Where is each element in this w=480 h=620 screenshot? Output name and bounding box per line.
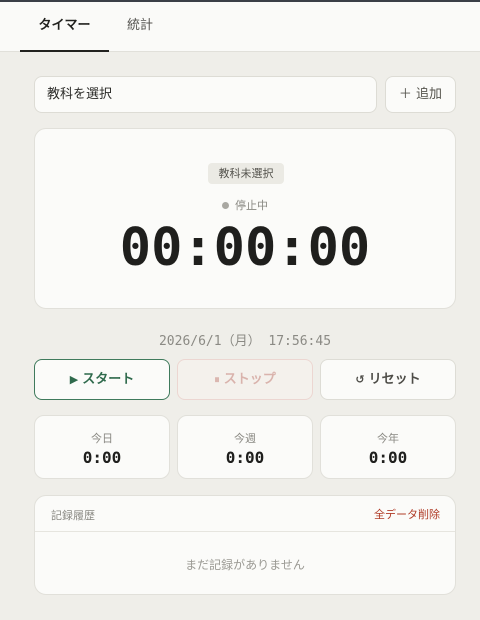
stat-value: 0:00 (368, 448, 408, 467)
time-display: 00:00:00 (119, 218, 371, 278)
stat-value: 0:00 (82, 448, 122, 467)
reset-button[interactable]: ↺ リセット (320, 359, 456, 400)
stat-card-year: 今年 0:00 (320, 415, 456, 479)
stat-card-today: 今日 0:00 (34, 415, 170, 479)
history-title: 記録履歴 (51, 509, 95, 522)
start-label: スタート (82, 372, 135, 387)
reset-icon: ↺ (355, 373, 365, 386)
stat-value: 0:00 (225, 448, 265, 467)
timer-status: 停止中 (35, 199, 455, 213)
add-subject-button[interactable]: ＋ 追加 (385, 76, 456, 113)
stat-card-week: 今週 0:00 (177, 415, 313, 479)
status-dot-icon (222, 202, 229, 209)
subject-badge: 教科未選択 (208, 163, 284, 184)
stat-label: 今週 (234, 432, 256, 445)
stat-label: 今日 (91, 432, 113, 445)
tab-bar: タイマー 統計 (0, 2, 480, 52)
pause-icon: ⏸ (214, 373, 220, 386)
history-card: 記録履歴 全データ削除 まだ記録がありません (34, 495, 456, 595)
start-button[interactable]: ▶ スタート (34, 359, 170, 400)
clear-all-data-button[interactable]: 全データ削除 (374, 506, 440, 522)
stat-label: 今年 (377, 432, 399, 445)
current-datetime: 2026/6/1（月） 17:56:45 (158, 334, 332, 349)
stop-label: ストップ (223, 372, 276, 387)
status-label: 停止中 (235, 199, 268, 212)
timer-card: 教科未選択 停止中 00:00:00 (34, 128, 456, 309)
subject-select[interactable]: 教科を選択 (34, 76, 377, 113)
history-header: 記録履歴 全データ削除 (35, 496, 455, 532)
tab-stats[interactable]: 統計 (109, 2, 171, 52)
play-icon: ▶ (69, 373, 79, 386)
stop-button[interactable]: ⏸ ストップ (177, 359, 313, 400)
tab-timer[interactable]: タイマー (20, 2, 109, 52)
reset-label: リセット (368, 372, 421, 387)
history-empty-message: まだ記録がありません (185, 558, 305, 572)
